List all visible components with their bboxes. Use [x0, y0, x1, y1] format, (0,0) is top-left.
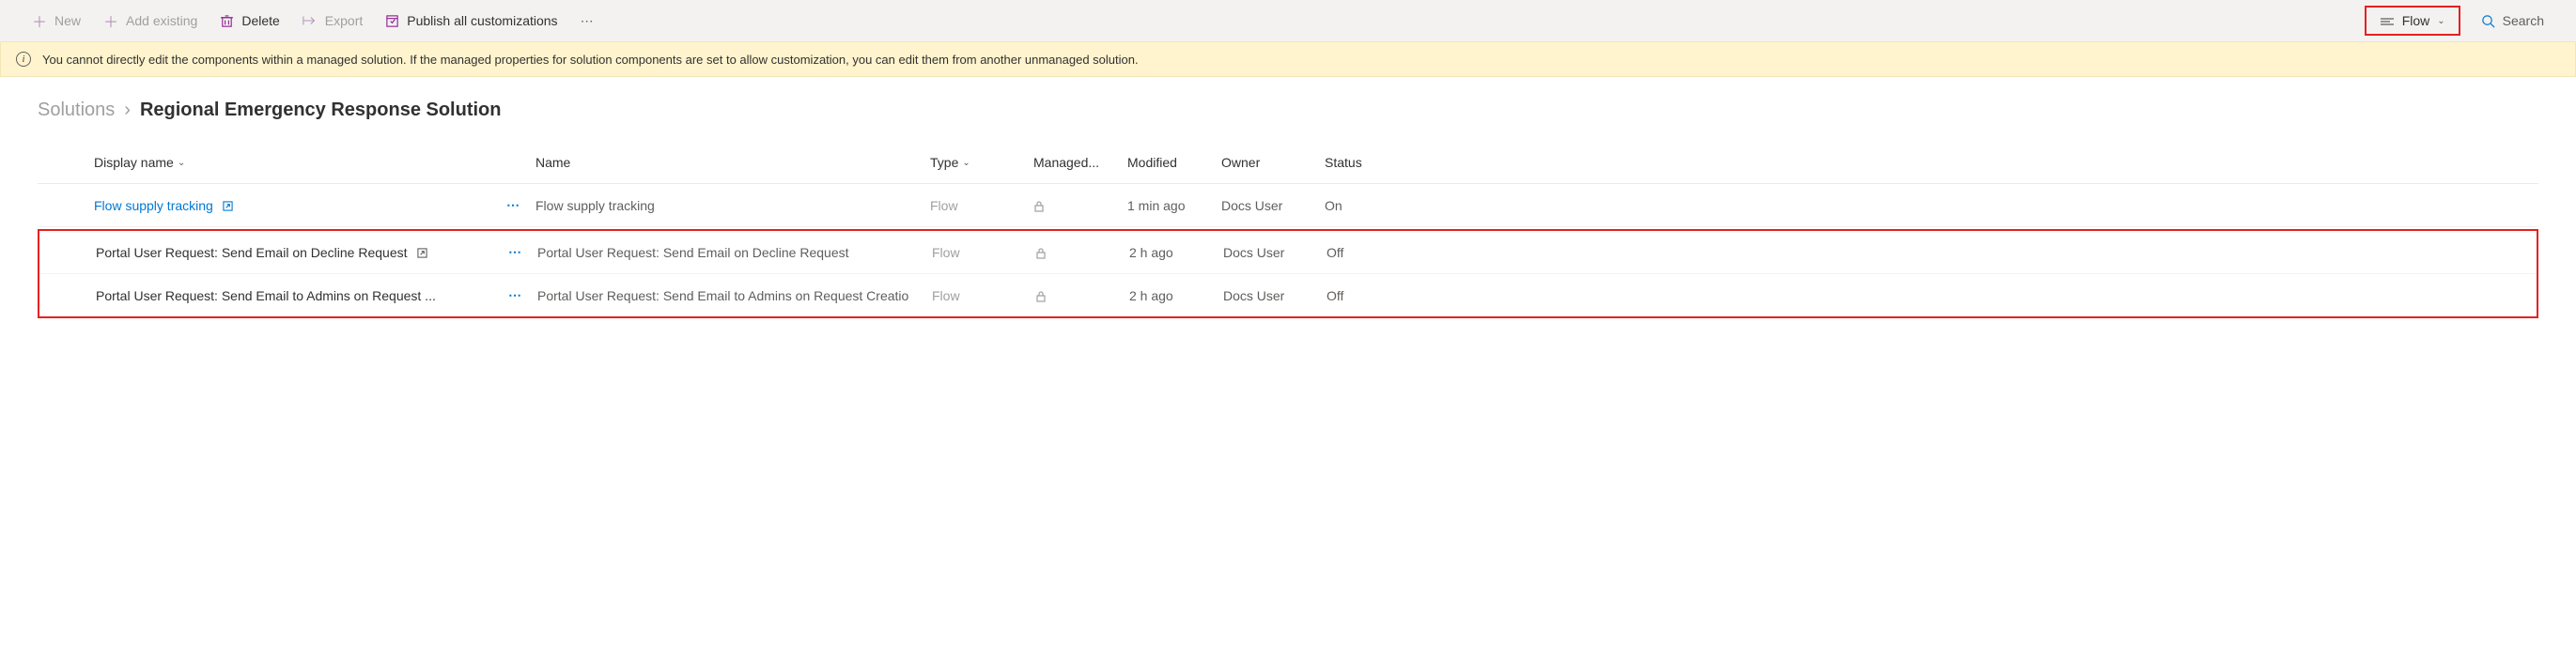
- breadcrumb-current: Regional Emergency Response Solution: [140, 100, 502, 121]
- cell-modified: 2 h ago: [1129, 245, 1223, 260]
- more-menu-button[interactable]: ⋯: [571, 8, 605, 35]
- cell-status: Off: [1327, 245, 1383, 260]
- flow-icon: [2380, 13, 2395, 28]
- table: Display name ⌄ Name Type ⌄ Managed... Mo…: [0, 140, 2576, 318]
- cell-managed: [1035, 244, 1129, 259]
- search-icon: [2481, 13, 2495, 29]
- cell-owner: Docs User: [1223, 288, 1327, 303]
- th-type[interactable]: Type ⌄: [930, 155, 1033, 170]
- plus-icon: ＋: [103, 9, 118, 32]
- chevron-down-icon: ⌄: [962, 158, 970, 168]
- th-status[interactable]: Status: [1325, 155, 1381, 170]
- delete-button[interactable]: Delete: [210, 8, 288, 34]
- lock-icon: [1035, 244, 1047, 259]
- cell-modified: 1 min ago: [1127, 198, 1221, 213]
- display-name-text[interactable]: Portal User Request: Send Email to Admin…: [96, 288, 436, 303]
- cell-managed: [1033, 197, 1127, 212]
- chevron-right-icon: ›: [124, 100, 131, 121]
- cell-name: Portal User Request: Send Email to Admin…: [537, 288, 932, 303]
- table-row[interactable]: Portal User Request: Send Email on Decli…: [39, 231, 2537, 274]
- th-modified[interactable]: Modified: [1127, 155, 1221, 170]
- open-new-icon[interactable]: [223, 199, 233, 212]
- cell-name: Portal User Request: Send Email on Decli…: [537, 245, 932, 260]
- trash-icon: [220, 14, 234, 28]
- more-icon: ⋯: [581, 13, 596, 28]
- th-name[interactable]: Name: [535, 155, 930, 170]
- flow-dropdown-button[interactable]: Flow ⌄: [2365, 6, 2460, 36]
- th-owner[interactable]: Owner: [1221, 155, 1325, 170]
- display-name-text[interactable]: Portal User Request: Send Email on Decli…: [96, 245, 408, 260]
- breadcrumb: Solutions › Regional Emergency Response …: [0, 77, 2576, 140]
- cell-managed: [1035, 287, 1129, 302]
- th-managed[interactable]: Managed...: [1033, 155, 1127, 170]
- export-label: Export: [325, 13, 363, 28]
- breadcrumb-parent[interactable]: Solutions: [38, 100, 115, 121]
- th-display-name[interactable]: Display name ⌄: [94, 155, 535, 170]
- command-bar: ＋ New ＋ Add existing Delete Export Publi…: [0, 0, 2576, 41]
- cell-owner: Docs User: [1221, 198, 1325, 213]
- cell-type: Flow: [930, 198, 1033, 213]
- new-button[interactable]: ＋ New: [23, 4, 90, 38]
- row-more-button[interactable]: ⋯: [503, 244, 528, 260]
- display-name-link[interactable]: Flow supply tracking: [94, 198, 213, 213]
- chevron-down-icon: ⌄: [2437, 16, 2444, 26]
- cell-owner: Docs User: [1223, 245, 1327, 260]
- cell-name: Flow supply tracking: [535, 198, 930, 213]
- cell-type: Flow: [932, 245, 1035, 260]
- table-header-row: Display name ⌄ Name Type ⌄ Managed... Mo…: [38, 140, 2538, 184]
- new-label: New: [54, 13, 81, 28]
- row-more-button[interactable]: ⋯: [501, 197, 526, 213]
- command-bar-left: ＋ New ＋ Add existing Delete Export Publi…: [23, 4, 605, 38]
- search-button[interactable]: Search: [2472, 8, 2553, 35]
- highlighted-rows-group: Portal User Request: Send Email on Decli…: [38, 229, 2538, 318]
- cell-display-name: Portal User Request: Send Email on Decli…: [96, 244, 537, 260]
- search-label: Search: [2503, 13, 2544, 28]
- cell-display-name: Flow supply tracking ⋯: [94, 197, 535, 213]
- info-banner: i You cannot directly edit the component…: [0, 41, 2576, 77]
- row-more-button[interactable]: ⋯: [503, 287, 528, 303]
- publish-label: Publish all customizations: [407, 13, 557, 28]
- cell-type: Flow: [932, 288, 1035, 303]
- publish-button[interactable]: Publish all customizations: [376, 8, 566, 34]
- cell-modified: 2 h ago: [1129, 288, 1223, 303]
- export-icon: [303, 14, 318, 27]
- chevron-down-icon: ⌄: [178, 158, 185, 168]
- cell-status: Off: [1327, 288, 1383, 303]
- open-new-icon[interactable]: [417, 246, 427, 259]
- banner-message: You cannot directly edit the components …: [42, 53, 1139, 67]
- add-existing-button[interactable]: ＋ Add existing: [94, 4, 207, 38]
- export-button[interactable]: Export: [293, 8, 372, 34]
- plus-icon: ＋: [32, 9, 47, 32]
- delete-label: Delete: [241, 13, 279, 28]
- cell-status: On: [1325, 198, 1381, 213]
- flow-label: Flow: [2402, 13, 2430, 28]
- lock-icon: [1035, 287, 1047, 302]
- add-existing-label: Add existing: [126, 13, 197, 28]
- publish-icon: [385, 14, 399, 28]
- cell-display-name: Portal User Request: Send Email to Admin…: [96, 287, 537, 303]
- command-bar-right: Flow ⌄ Search: [2365, 6, 2553, 36]
- table-row[interactable]: Flow supply tracking ⋯ Flow supply track…: [38, 184, 2538, 227]
- lock-icon: [1033, 197, 1045, 212]
- table-row[interactable]: Portal User Request: Send Email to Admin…: [39, 274, 2537, 316]
- info-icon: i: [16, 52, 31, 67]
